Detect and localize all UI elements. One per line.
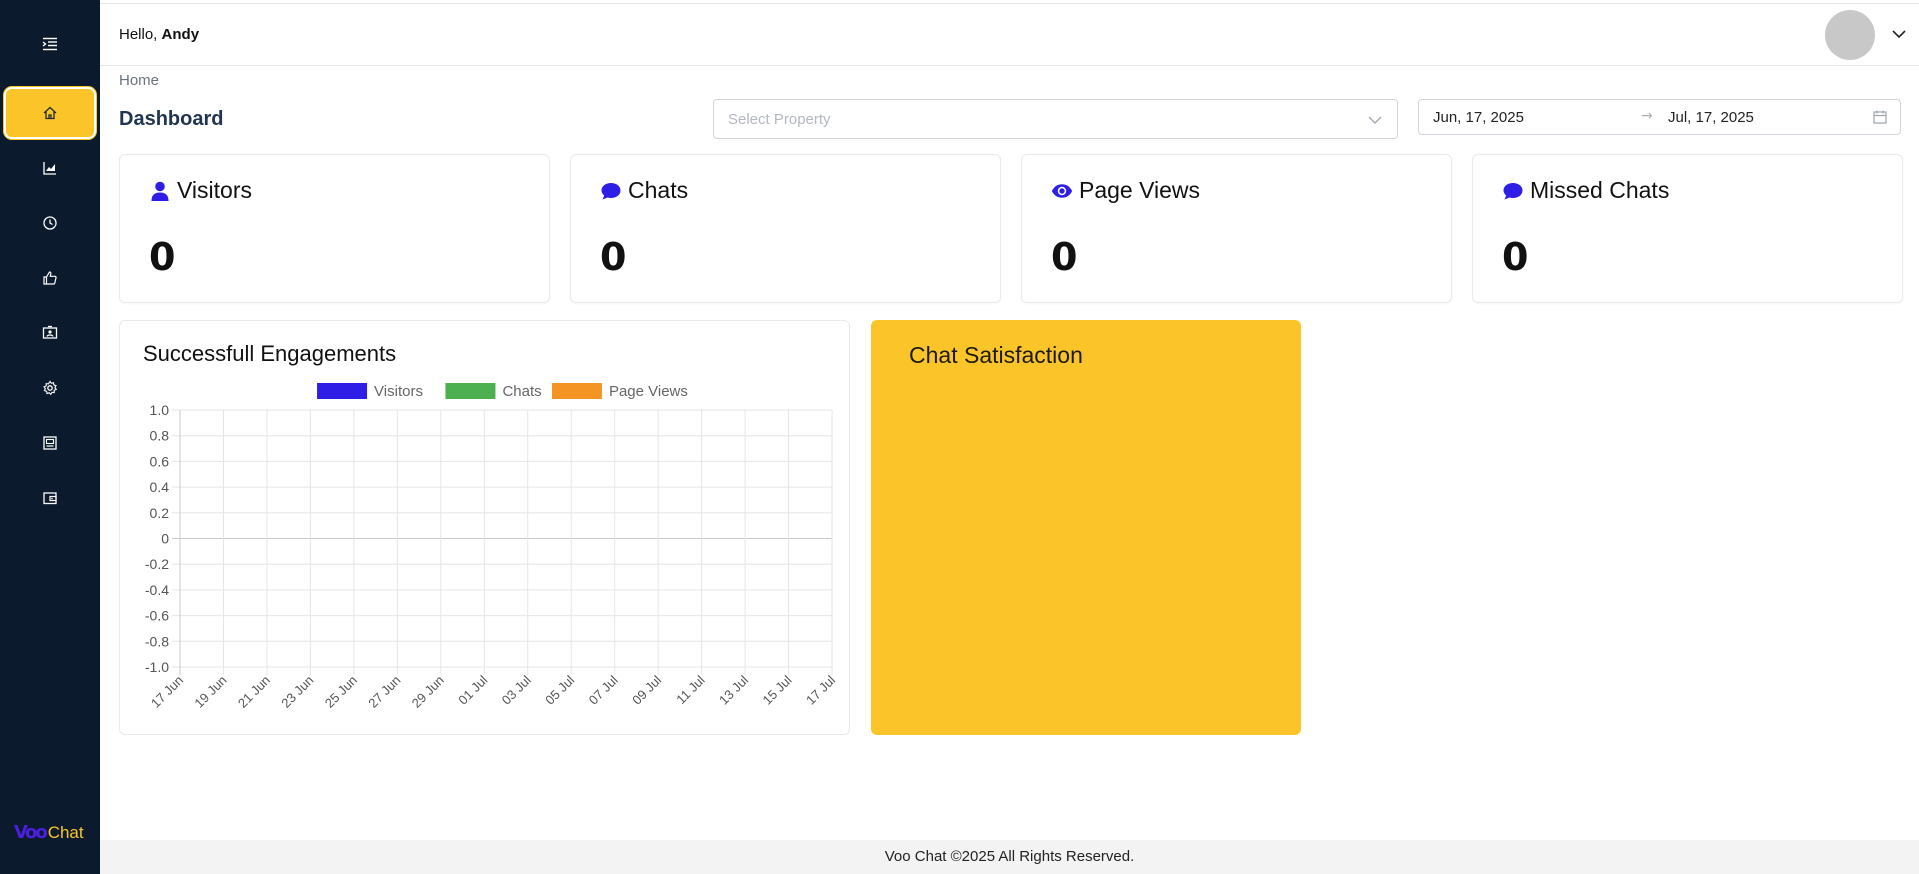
top-bar: Hello, Andy	[100, 3, 1919, 66]
footer: Voo Chat ©2025 All Rights Reserved.	[100, 840, 1919, 874]
y-tick-label: 0.8	[150, 428, 170, 444]
stat-label: Missed Chats	[1530, 177, 1670, 203]
x-tick-label: 05 Jul	[542, 672, 577, 707]
x-tick-label: 25 Jun	[322, 673, 360, 711]
x-tick-label: 19 Jun	[191, 673, 229, 711]
logo-word: Chat	[47, 822, 84, 842]
stat-value: 0	[1051, 235, 1078, 279]
sidebar-item-settings[interactable]	[4, 362, 96, 414]
y-tick-label: 0	[161, 531, 169, 547]
x-tick-label: 29 Jun	[409, 673, 447, 711]
engagements-chart-card: Successfull Engagements 1.0 0.8 0.6 0.4 0.2 0…	[119, 320, 850, 735]
sidebar-item-billing[interactable]	[4, 472, 96, 524]
chat-satisfaction-card: Chat Satisfaction	[871, 320, 1301, 735]
stat-value: 0	[1502, 235, 1529, 279]
y-tick-label: -1.0	[145, 659, 169, 675]
chat-bubble-icon	[601, 182, 621, 199]
user-icon	[151, 181, 169, 201]
sidebar-item-bots[interactable]	[4, 417, 96, 469]
avatar[interactable]	[1825, 10, 1875, 60]
y-tick-label: 1.0	[150, 402, 170, 418]
eye-icon	[1051, 183, 1073, 198]
breadcrumb[interactable]: Home	[119, 72, 159, 89]
page-title: Dashboard	[119, 108, 224, 130]
legend-swatch	[445, 383, 496, 399]
greeting-text: Hello,	[119, 26, 158, 43]
x-tick-label: 07 Jul	[586, 672, 621, 707]
legend-label: Visitors	[374, 383, 423, 400]
date-start-input[interactable]: Jun, 17, 2025	[1433, 109, 1524, 126]
property-select-placeholder: Select Property	[728, 111, 831, 128]
chevron-down-icon[interactable]	[1891, 26, 1907, 42]
stat-card-visitors: Visitors 0	[119, 154, 550, 303]
y-tick-label: -0.8	[145, 633, 169, 649]
sidebar-item-feedback[interactable]	[4, 252, 96, 304]
x-tick-label: 01 Jul	[455, 672, 490, 707]
sidebar: Voo Chat	[0, 0, 100, 874]
x-tick-label: 17 Jun	[148, 673, 186, 711]
date-end-input[interactable]: Jul, 17, 2025	[1668, 109, 1754, 126]
chevron-down-icon	[1368, 116, 1382, 124]
sidebar-item-contacts[interactable]	[4, 307, 96, 359]
stat-card-page-views: Page Views 0	[1021, 154, 1452, 303]
engagements-chart: 1.00.80.60.40.20-0.2-0.4-0.6-0.8-1.017 J…	[145, 383, 838, 711]
stat-label: Chats	[628, 177, 689, 203]
stat-value: 0	[149, 235, 176, 279]
sidebar-item-history[interactable]	[4, 197, 96, 249]
x-tick-label: 23 Jun	[278, 673, 316, 711]
sidebar-item-home[interactable]	[4, 87, 96, 139]
date-range-arrow-icon: →	[1641, 108, 1653, 124]
x-tick-label: 21 Jun	[235, 673, 273, 711]
stat-label: Page Views	[1079, 177, 1201, 203]
stat-card-missed-chats: Missed Chats 0	[1472, 154, 1903, 303]
x-tick-label: 15 Jul	[760, 672, 795, 707]
x-tick-label: 03 Jul	[499, 672, 534, 707]
stat-value: 0	[600, 235, 627, 279]
y-tick-label: 0.4	[150, 479, 170, 495]
x-tick-label: 09 Jul	[629, 672, 664, 707]
legend-swatch	[317, 383, 368, 399]
user-name: Andy	[161, 26, 200, 43]
date-range-picker[interactable]: Jun, 17, 2025 → Jul, 17, 2025	[1418, 99, 1901, 135]
legend-label: Chats	[502, 383, 541, 400]
calendar-icon[interactable]	[1872, 109, 1888, 125]
property-select[interactable]: Select Property	[713, 99, 1398, 139]
menu-toggle-icon[interactable]	[36, 30, 64, 58]
y-tick-label: -0.6	[145, 608, 169, 624]
gear-icon	[43, 380, 58, 396]
x-tick-label: 13 Jul	[716, 672, 751, 707]
legend-label: Page Views	[609, 383, 688, 400]
sidebar-item-analytics[interactable]	[4, 142, 96, 194]
y-tick-label: -0.4	[145, 582, 169, 598]
home-icon	[43, 106, 57, 120]
logo-mark: Voo	[14, 822, 48, 843]
stat-card-chats: Chats 0	[570, 154, 1001, 303]
y-tick-label: 0.2	[150, 505, 170, 521]
contact-card-icon	[42, 325, 58, 339]
x-tick-label: 11 Jul	[673, 672, 708, 707]
brand-logo[interactable]: Voo Chat	[14, 822, 84, 843]
chat-bubble-icon	[1503, 182, 1523, 199]
robot-icon	[43, 436, 57, 450]
satisfaction-title: Chat Satisfaction	[909, 342, 1083, 368]
y-tick-label: 0.6	[150, 453, 170, 469]
stat-label: Visitors	[177, 177, 252, 203]
clock-icon	[43, 216, 57, 230]
greeting: Hello, Andy	[119, 26, 199, 43]
y-tick-label: -0.2	[145, 556, 169, 572]
x-tick-label: 27 Jun	[365, 673, 403, 711]
chart-icon	[43, 162, 56, 175]
x-tick-label: 17 Jul	[803, 672, 838, 707]
wallet-icon	[43, 492, 57, 505]
thumbs-up-icon	[43, 271, 57, 285]
legend-swatch	[551, 383, 602, 399]
